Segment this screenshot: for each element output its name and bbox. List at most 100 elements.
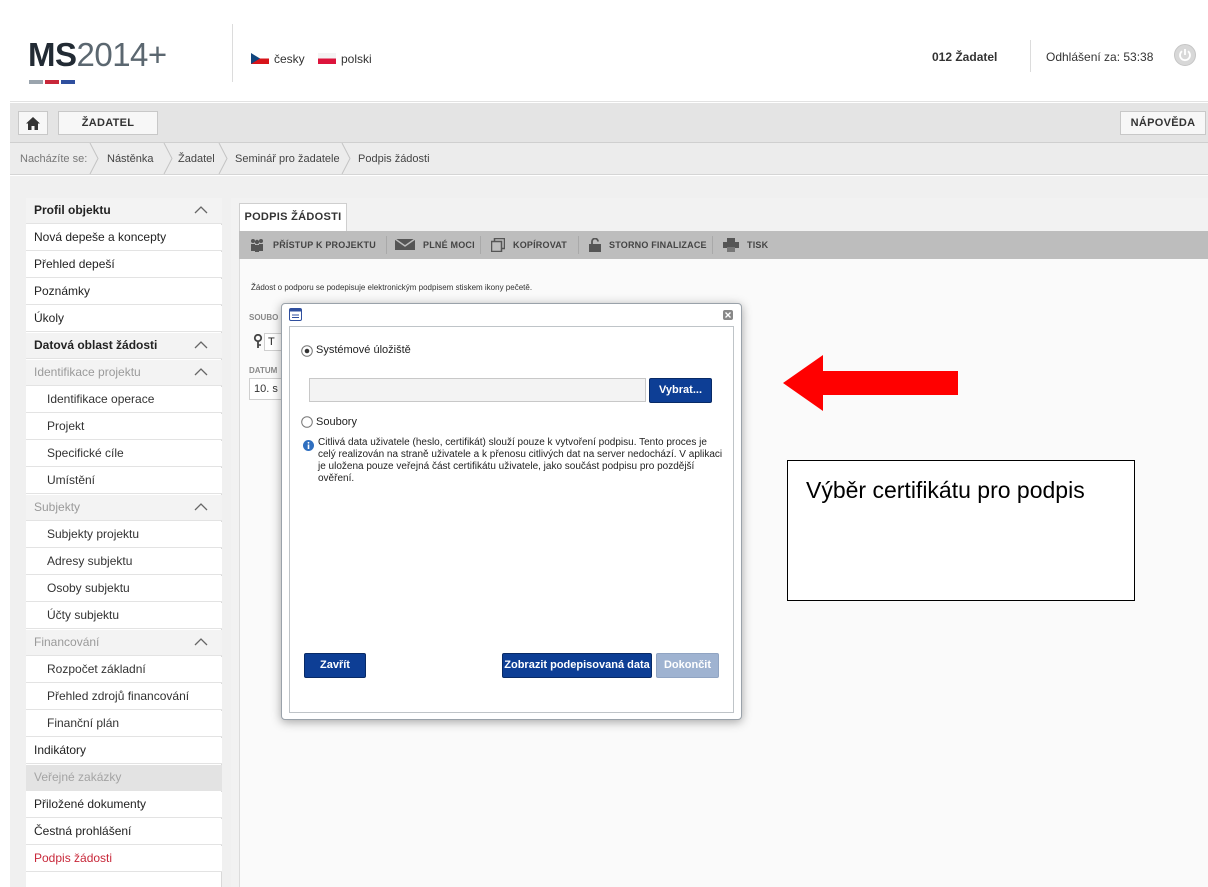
- language-pl-link[interactable]: polski: [318, 52, 372, 66]
- copy-icon: [491, 238, 505, 252]
- sidebar-item[interactable]: Identifikace operace: [26, 387, 222, 413]
- sidebar-item[interactable]: Osoby subjektu: [26, 576, 222, 602]
- home-button[interactable]: [18, 111, 48, 135]
- zadatel-button[interactable]: ŽADATEL: [58, 111, 158, 135]
- info-icon: [303, 440, 314, 451]
- sidebar-item-label: Indikátory: [34, 743, 87, 757]
- chevron-up-icon[interactable]: [194, 637, 208, 646]
- info-text: Citlivá data uživatele (heslo, certifiká…: [318, 437, 723, 484]
- breadcrumb-item-seminar[interactable]: Seminář pro žadatele: [235, 153, 340, 165]
- dialog-window-icon: [289, 308, 302, 321]
- sidebar-item[interactable]: Přehled zdrojů financování: [26, 684, 222, 710]
- logout-power-button[interactable]: [1174, 44, 1196, 66]
- sidebar-item[interactable]: Účty subjektu: [26, 603, 222, 629]
- sidebar-item[interactable]: Přiložené dokumenty: [26, 792, 222, 818]
- sidebar-item-label: Finanční plán: [47, 716, 120, 730]
- sidebar-item-label: Umístění: [47, 473, 96, 487]
- access-project-button[interactable]: PŘÍSTUP K PROJEKTU: [249, 231, 389, 259]
- action-separator: [480, 236, 481, 254]
- radio-system-storage[interactable]: [301, 345, 313, 357]
- radio-files-label[interactable]: Soubory: [316, 416, 357, 428]
- action-separator: [712, 236, 713, 254]
- sidebar-item-label: Přehled depeší: [34, 257, 115, 271]
- chevron-up-icon[interactable]: [194, 367, 208, 376]
- logo-bars: [29, 71, 77, 84]
- app-header: [10, 10, 1208, 102]
- sidebar-item-label: Subjekty projektu: [47, 527, 140, 541]
- user-name[interactable]: 012 Žadatel: [932, 50, 997, 64]
- radio-system-storage-label[interactable]: Systémové úložiště: [316, 344, 411, 356]
- sidebar-item[interactable]: Subjekty: [26, 495, 222, 521]
- chevron-up-icon[interactable]: [194, 340, 208, 349]
- sidebar-item-label: Datová oblast žádosti: [34, 338, 158, 352]
- breadcrumb-item-current: Podpis žádosti: [358, 153, 430, 165]
- date-label: DATUM: [249, 366, 278, 375]
- certificate-path-input[interactable]: [309, 378, 646, 402]
- browse-button[interactable]: Vybrat...: [649, 378, 712, 403]
- sidebar-item[interactable]: Nová depeše a koncepty: [26, 225, 222, 251]
- print-button[interactable]: TISK: [723, 231, 783, 259]
- sidebar-item-label: Specifické cíle: [47, 446, 124, 460]
- breadcrumb: Nacházíte se: Nástěnka Žadatel Seminář p…: [10, 143, 1208, 175]
- sidebar-item[interactable]: Čestná prohlášení: [26, 819, 222, 845]
- sidebar-item-label: Účty subjektu: [47, 608, 120, 622]
- breadcrumb-item-nastenka[interactable]: Nástěnka: [107, 153, 153, 165]
- printer-icon: [723, 238, 739, 252]
- sidebar-item[interactable]: Indikátory: [26, 738, 222, 764]
- sidebar-item[interactable]: Umístění: [26, 468, 222, 494]
- language-cs-link[interactable]: česky: [251, 52, 305, 66]
- sidebar-item-label: Profil objektu: [34, 203, 111, 217]
- finish-button[interactable]: Dokončit: [656, 653, 719, 678]
- sidebar-item[interactable]: Specifické cíle: [26, 441, 222, 467]
- home-icon: [26, 117, 40, 130]
- sidebar-item-label: Podpis žádosti: [34, 851, 113, 865]
- power-icon: [1179, 49, 1191, 62]
- file-label: SOUBO: [249, 313, 279, 322]
- sidebar-item[interactable]: Poznámky: [26, 279, 222, 305]
- ms2014-logo[interactable]: MS2014+: [28, 36, 167, 74]
- sign-instructions: Žádost o podporu se podepisuje elektroni…: [251, 283, 533, 292]
- close-icon[interactable]: [723, 310, 733, 320]
- radio-files[interactable]: [301, 416, 313, 428]
- czech-flag-icon: [251, 53, 269, 64]
- sidebar-item[interactable]: Subjekty projektu: [26, 522, 222, 548]
- cancel-finalization-button[interactable]: STORNO FINALIZACE: [589, 231, 714, 259]
- sidebar-item-label: Veřejné zakázky: [34, 770, 122, 784]
- sidebar-item-label: Úkoly: [34, 311, 65, 325]
- breadcrumb-prefix: Nacházíte se:: [20, 153, 88, 165]
- header-divider-2: [1030, 40, 1031, 72]
- action-separator: [386, 236, 387, 254]
- chevron-up-icon[interactable]: [194, 205, 208, 214]
- sidebar-item[interactable]: Profil objektu: [26, 198, 222, 224]
- sidebar-item[interactable]: Finanční plán: [26, 711, 222, 737]
- power-of-attorney-button[interactable]: PLNÉ MOCI: [395, 231, 485, 259]
- sidebar-item-label: Poznámky: [34, 284, 91, 298]
- sidebar-item[interactable]: Identifikace projektu: [26, 360, 222, 386]
- close-button[interactable]: Zavřít: [304, 653, 366, 678]
- sidebar-item[interactable]: Datová oblast žádosti: [26, 333, 222, 359]
- help-button[interactable]: NÁPOVĚDA: [1120, 111, 1206, 135]
- sidebar-item[interactable]: Úkoly: [26, 306, 222, 332]
- sidebar-item-label: Identifikace projektu: [34, 365, 141, 379]
- show-signed-data-button[interactable]: Zobrazit podepisovaná data: [502, 653, 652, 678]
- sidebar-item-label: Přehled zdrojů financování: [47, 689, 190, 703]
- sidebar-item[interactable]: Přehled depeší: [26, 252, 222, 278]
- seal-key-icon[interactable]: [253, 334, 263, 348]
- action-bar: PŘÍSTUP K PROJEKTU PLNÉ MOCI KOPÍROVAT S…: [239, 231, 1208, 259]
- certificate-dialog: Systémové úložiště Vybrat... Soubory Cit…: [281, 303, 742, 720]
- copy-button[interactable]: KOPÍROVAT: [491, 231, 581, 259]
- sidebar-item-label: Čestná prohlášení: [34, 824, 132, 838]
- sidebar-item[interactable]: Adresy subjektu: [26, 549, 222, 575]
- sidebar-item[interactable]: Rozpočet základní: [26, 657, 222, 683]
- people-icon: [251, 239, 263, 252]
- sidebar-item-label: Financování: [34, 635, 100, 649]
- sidebar-item[interactable]: Podpis žádosti: [26, 846, 222, 872]
- action-separator: [578, 236, 579, 254]
- tab-podpis-zadosti[interactable]: PODPIS ŽÁDOSTI: [239, 203, 347, 231]
- sidebar-item[interactable]: Financování: [26, 630, 222, 656]
- sidebar-item[interactable]: Veřejné zakázky: [26, 765, 222, 791]
- sidebar-item[interactable]: Projekt: [26, 414, 222, 440]
- breadcrumb-separator: [218, 143, 228, 174]
- chevron-up-icon[interactable]: [194, 502, 208, 511]
- breadcrumb-item-zadatel[interactable]: Žadatel: [178, 153, 215, 165]
